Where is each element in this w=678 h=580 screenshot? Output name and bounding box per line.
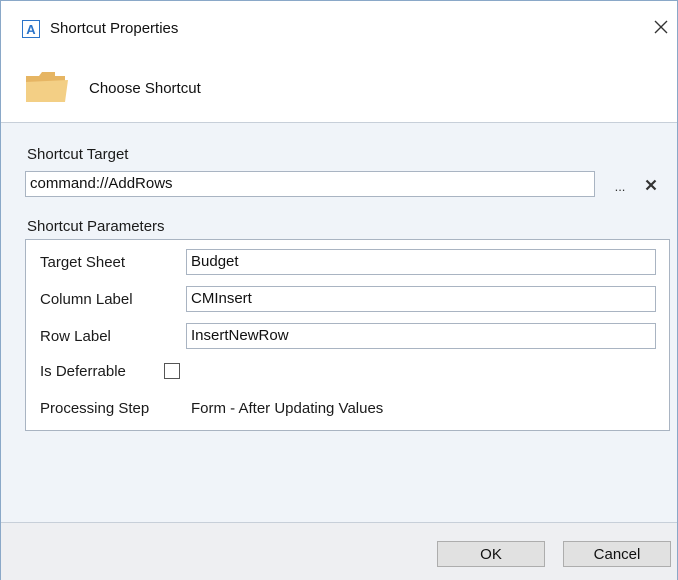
close-icon — [654, 20, 668, 34]
ok-button[interactable]: OK — [437, 541, 545, 567]
clear-icon — [645, 179, 657, 191]
close-button[interactable] — [649, 15, 673, 39]
shortcut-properties-dialog: A Shortcut Properties Choose Shortcut Sh… — [0, 0, 678, 580]
target-sheet-input[interactable]: Budget — [186, 249, 656, 275]
target-sheet-label: Target Sheet — [40, 254, 126, 271]
dialog-body: Shortcut Target command://AddRows ... Sh… — [1, 122, 677, 523]
dialog-footer: OK Cancel — [1, 522, 677, 580]
clear-target-button[interactable] — [641, 173, 661, 197]
column-label-input[interactable]: CMInsert — [186, 286, 656, 312]
cancel-button[interactable]: Cancel — [563, 541, 671, 567]
shortcut-parameters-label: Shortcut Parameters — [27, 218, 165, 235]
header-title: Choose Shortcut — [89, 80, 201, 97]
processing-step-value: Form - After Updating Values — [191, 400, 384, 417]
dialog-header: Choose Shortcut — [1, 57, 677, 121]
title-bar: A Shortcut Properties — [1, 1, 677, 57]
is-deferrable-checkbox[interactable] — [164, 363, 180, 379]
row-label-label: Row Label — [40, 328, 111, 345]
row-label-input[interactable]: InsertNewRow — [186, 323, 656, 349]
shortcut-parameters-panel: Target Sheet Budget Column Label CMInser… — [25, 239, 670, 431]
processing-step-label: Processing Step — [40, 400, 150, 417]
folder-icon — [26, 72, 68, 102]
shortcut-target-input[interactable]: command://AddRows — [25, 171, 595, 197]
browse-button[interactable]: ... — [611, 175, 629, 197]
shortcut-target-label: Shortcut Target — [27, 146, 129, 163]
dialog-title: Shortcut Properties — [50, 20, 179, 37]
app-icon: A — [22, 20, 40, 38]
is-deferrable-label: Is Deferrable — [40, 363, 126, 380]
column-label-label: Column Label — [40, 291, 133, 308]
